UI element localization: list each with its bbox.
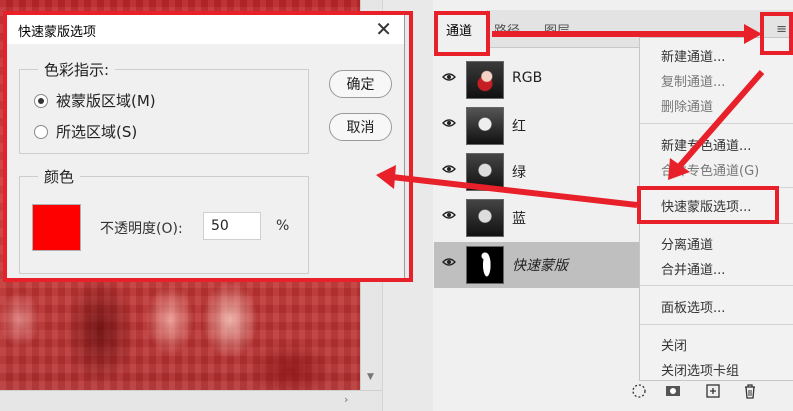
channel-name: 红 xyxy=(512,119,526,135)
menu-item-panel-options[interactable]: 面板选项... xyxy=(661,297,725,316)
load-selection-icon[interactable] xyxy=(630,382,648,400)
save-selection-icon[interactable] xyxy=(664,382,682,400)
eye-icon[interactable] xyxy=(442,210,456,220)
scroll-down-arrow-icon[interactable]: ▼ xyxy=(367,372,374,382)
menu-item-delete-channel[interactable]: 删除通道 xyxy=(661,96,713,115)
menu-separator xyxy=(640,123,793,124)
channel-row-rgb[interactable]: RGB xyxy=(434,57,639,103)
menu-item-close[interactable]: 关闭 xyxy=(661,335,687,354)
channel-thumbnail xyxy=(466,153,504,191)
scroll-right-arrow-icon[interactable]: › xyxy=(344,393,348,406)
channel-thumbnail xyxy=(466,107,504,145)
trash-icon[interactable] xyxy=(741,382,759,400)
channel-thumbnail xyxy=(466,61,504,99)
annotation-menu-item-highlight xyxy=(637,186,779,224)
channel-thumbnail xyxy=(466,199,504,237)
channel-row-red[interactable]: 红 xyxy=(434,103,639,149)
annotation-menu-button-highlight xyxy=(760,12,793,55)
menu-item-merge-spot-channel[interactable]: 合并专色通道(G) xyxy=(661,160,759,179)
channel-name: 快速蒙版 xyxy=(512,258,568,274)
eye-icon[interactable] xyxy=(442,164,456,174)
annotation-dialog-highlight xyxy=(3,11,413,282)
eye-icon[interactable] xyxy=(442,72,456,82)
new-channel-icon[interactable] xyxy=(704,382,722,400)
menu-item-new-channel[interactable]: 新建通道... xyxy=(661,46,725,65)
menu-item-close-tab-group[interactable]: 关闭选项卡组 xyxy=(661,360,739,379)
menu-item-merge-channels[interactable]: 合并通道... xyxy=(661,259,725,278)
channel-name: 绿 xyxy=(512,165,526,181)
menu-item-new-spot-channel[interactable]: 新建专色通道... xyxy=(661,135,751,154)
menu-item-split-channels[interactable]: 分离通道 xyxy=(661,234,713,253)
canvas-horizontal-scrollbar[interactable]: › xyxy=(0,390,382,411)
channel-row-blue[interactable]: 蓝 xyxy=(434,195,639,241)
channel-name: RGB xyxy=(512,70,543,86)
channel-thumbnail xyxy=(466,246,504,284)
tab-paths[interactable]: 路径 xyxy=(494,10,538,48)
tab-layers[interactable]: 图层 xyxy=(544,10,588,48)
eye-icon[interactable] xyxy=(442,118,456,128)
eye-icon[interactable] xyxy=(442,257,456,267)
channel-row-quick-mask[interactable]: 快速蒙版 xyxy=(434,242,639,288)
menu-separator xyxy=(640,324,793,325)
channel-name: 蓝 xyxy=(512,211,526,227)
channel-row-green[interactable]: 绿 xyxy=(434,149,639,195)
menu-item-duplicate-channel[interactable]: 复制通道... xyxy=(661,71,725,90)
annotation-tab-highlight xyxy=(434,11,490,56)
menu-separator xyxy=(640,285,793,286)
